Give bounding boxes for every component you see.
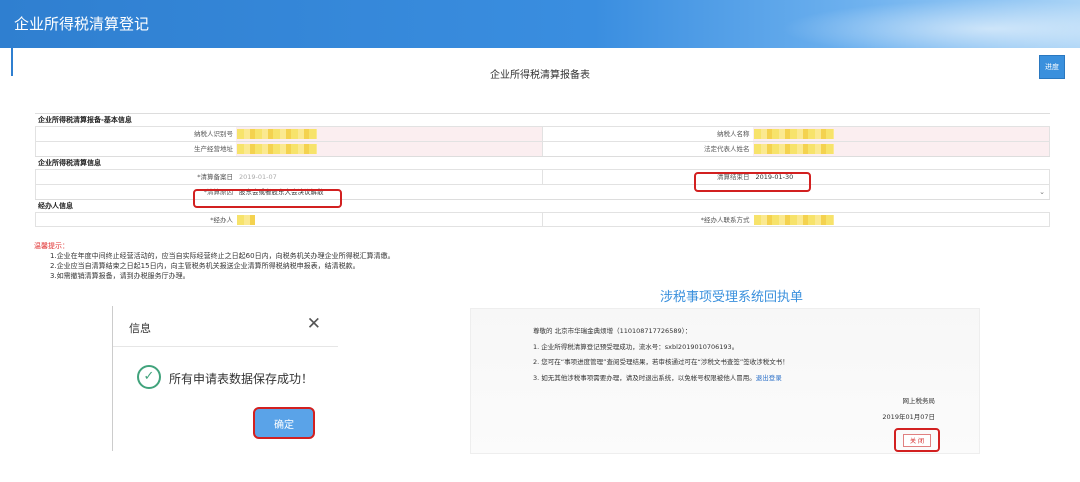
highlight-end-date (694, 172, 811, 192)
section-liquidation-info: 企业所得税清算信息 (35, 156, 1050, 169)
check-circle-icon: ✓ (137, 365, 161, 389)
info-dialog: 信息 ✕ ✓ 所有申请表数据保存成功！ 确定 (112, 306, 338, 451)
handler-contact-field[interactable] (753, 213, 1050, 226)
receipt-line: 3. 如无其他涉税事项需要办理，请及时退出系统，以免帐号权限被他人冒用。退出登录 (533, 372, 782, 382)
redacted-value (237, 144, 317, 154)
form-row: *经办人 *经办人联系方式 (35, 212, 1050, 227)
section-basic-info: 企业所得税清算报备-基本信息 (35, 113, 1050, 126)
receipt-greeting: 尊敬的 北京市华瑞金典烦增（110108717726589）： (533, 327, 692, 335)
redacted-value (753, 144, 834, 154)
handler-field[interactable] (236, 213, 542, 226)
receipt-date: 2019年01月07日 (882, 413, 935, 421)
dialog-title: 信息 (129, 322, 151, 335)
start-date-label: *清算备案日 (197, 173, 233, 181)
start-date-field[interactable]: 2019-01-07 (236, 170, 542, 184)
receipt-title: 涉税事项受理系统回执单 (660, 290, 804, 305)
form-row: 生产经营地址 法定代表人姓名 (35, 141, 1050, 156)
legal-rep-label: 法定代表人姓名 (704, 145, 750, 153)
close-icon[interactable]: ✕ (307, 314, 321, 334)
handler-contact-label: *经办人联系方式 (700, 216, 750, 224)
receipt-line: 2. 您可在“事项进度管理”查阅受理结果，若审核通过可在“涉税文书查签”签收涉税… (533, 358, 789, 366)
form-row: *清算原因 股东会或者股东大会决议解散 ⌄ (35, 184, 1050, 199)
logout-link[interactable]: 退出登录 (756, 374, 782, 382)
tip-line: 1.企业在年度中间终止经营活动的，应当自实际经营终止之日起60日内，向税务机关办… (50, 252, 395, 260)
close-button[interactable]: 关 闭 (894, 428, 940, 452)
receipt-panel: 尊敬的 北京市华瑞金典烦增（110108717726589）： 1. 企业所得税… (470, 308, 980, 454)
app-title: 企业所得税清算登记 (14, 15, 150, 33)
tip-line: 3.如需撤销清算报备，请到办税服务厅办理。 (50, 272, 190, 280)
form-row: *清算备案日 2019-01-07 清算结束日 2019-01-30 (35, 169, 1050, 184)
confirm-button[interactable]: 确定 (253, 407, 315, 439)
highlight-reason (193, 189, 342, 208)
taxpayer-id-label: 纳税人识别号 (194, 130, 233, 138)
reason-select[interactable]: 股东会或者股东大会决议解散 ⌄ (236, 185, 1049, 199)
tips-heading: 温馨提示： (34, 242, 69, 250)
section-handler-info: 经办人信息 (35, 199, 1050, 212)
address-field (236, 142, 542, 156)
progress-button[interactable]: 进度 (1039, 55, 1065, 79)
taxpayer-name-field (752, 127, 1049, 141)
redacted-value (753, 129, 834, 139)
legal-rep-field (752, 142, 1049, 156)
receipt-line-text: 3. 如无其他涉税事项需要办理，请及时退出系统，以免帐号权限被他人冒用。 (533, 374, 756, 382)
redacted-value (237, 129, 317, 139)
receipt-org: 网上税务局 (902, 397, 936, 405)
dialog-message: 所有申请表数据保存成功！ (169, 372, 314, 386)
tips-panel: 温馨提示： 1.企业在年度中间终止经营活动的，应当自实际经营终止之日起60日内，… (34, 241, 395, 281)
header-bar: 企业所得税清算登记 (0, 0, 1080, 48)
receipt-line: 1. 企业所得税清算登记预受理成功，流水号：sxbl2019010706193。 (533, 343, 739, 351)
handler-label: *经办人 (210, 216, 233, 224)
liquidation-form: 企业所得税清算报备-基本信息 纳税人识别号 纳税人名称 生产经营地址 法定代表人… (35, 113, 1050, 227)
form-title: 企业所得税清算报备表 (490, 70, 590, 81)
header-decoration (780, 0, 1080, 48)
taxpayer-name-label: 纳税人名称 (717, 130, 750, 138)
redacted-value (753, 215, 834, 225)
tip-line: 2.企业应当自清算结束之日起15日内，向主管税务机关报送企业清算所得税纳税申报表… (50, 262, 360, 270)
taxpayer-id-field (236, 127, 542, 141)
chevron-down-icon: ⌄ (1039, 188, 1045, 196)
form-row: 纳税人识别号 纳税人名称 (35, 126, 1050, 141)
dialog-divider (113, 346, 338, 347)
address-label: 生产经营地址 (194, 145, 233, 153)
close-button-label: 关 闭 (903, 433, 931, 447)
redacted-value (237, 215, 255, 225)
